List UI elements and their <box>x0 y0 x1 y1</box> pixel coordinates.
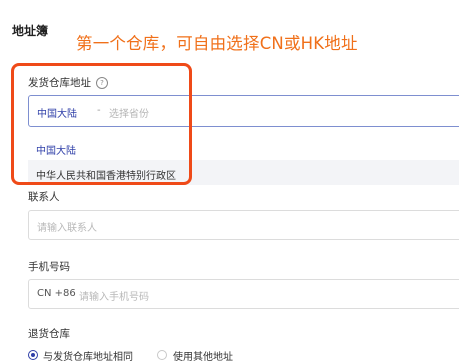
annotation-text: 第一个仓库，可自由选择CN或HK地址 <box>76 34 358 53</box>
phone-label: 手机号码 <box>28 261 70 273</box>
phone-country-code[interactable]: CN +86 <box>37 288 76 299</box>
contact-placeholder: 请输入联系人 <box>37 223 97 234</box>
contact-input[interactable]: 请输入联系人 <box>28 210 459 240</box>
page-title: 地址簿 <box>12 24 49 38</box>
radio-other-address-label[interactable]: 使用其他地址 <box>173 348 233 363</box>
radio-other-address[interactable] <box>157 350 167 360</box>
phone-input[interactable]: CN +86 请输入手机号码 <box>28 279 459 309</box>
phone-placeholder: 请输入手机号码 <box>79 292 149 303</box>
radio-same-address-label[interactable]: 与发货仓库地址相同 <box>43 348 133 363</box>
return-warehouse-label: 退货仓库 <box>28 328 70 340</box>
radio-same-address[interactable] <box>28 350 38 360</box>
highlight-box <box>11 63 192 185</box>
contact-label: 联系人 <box>28 191 60 203</box>
